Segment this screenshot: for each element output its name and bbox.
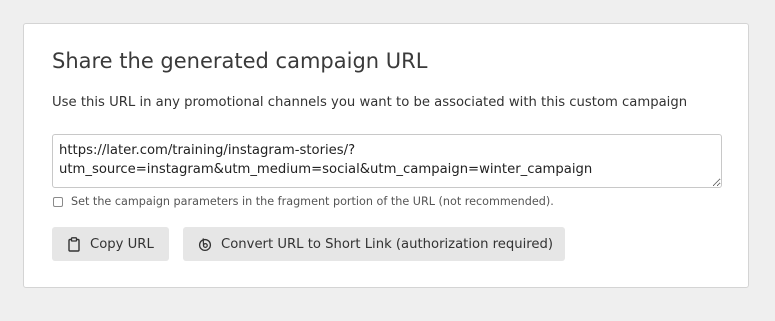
convert-short-link-label: Convert URL to Short Link (authorization…	[221, 236, 554, 252]
copy-url-label: Copy URL	[90, 236, 154, 252]
fragment-option[interactable]: Set the campaign parameters in the fragm…	[52, 195, 554, 208]
copy-url-button[interactable]: Copy URL	[52, 227, 169, 261]
clipboard-icon	[67, 236, 81, 252]
panel-title: Share the generated campaign URL	[52, 49, 428, 73]
fragment-checkbox[interactable]	[53, 196, 63, 207]
bitly-icon	[198, 236, 212, 252]
convert-short-link-button[interactable]: Convert URL to Short Link (authorization…	[183, 227, 565, 261]
campaign-url-textarea[interactable]: https://later.com/training/instagram-sto…	[52, 134, 722, 188]
share-campaign-url-panel: Share the generated campaign URL Use thi…	[23, 23, 749, 288]
fragment-checkbox-label: Set the campaign parameters in the fragm…	[71, 195, 554, 208]
panel-description: Use this URL in any promotional channels…	[52, 95, 688, 110]
